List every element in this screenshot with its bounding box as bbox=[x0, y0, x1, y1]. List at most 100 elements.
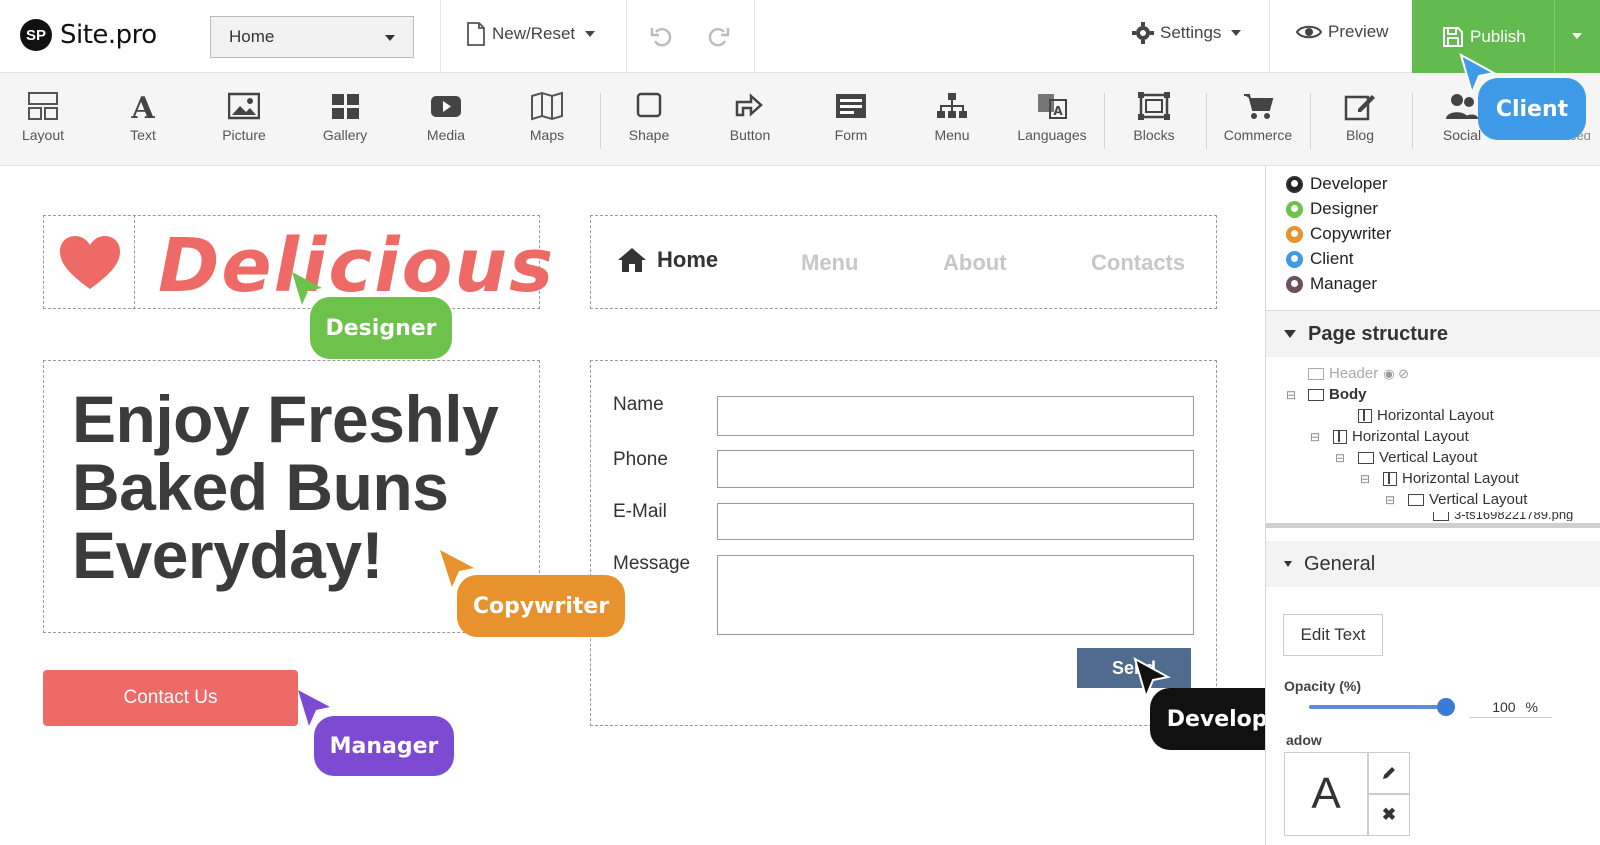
opacity-label: Opacity (%) bbox=[1284, 678, 1362, 694]
tool-label: Button bbox=[729, 127, 771, 143]
tree-horizontal-layout[interactable]: Horizontal Layout bbox=[1358, 407, 1494, 424]
tool-picture[interactable]: Picture bbox=[202, 91, 286, 143]
shadow-label: adow bbox=[1286, 732, 1322, 748]
tool-languages[interactable]: A Languages bbox=[1010, 91, 1094, 143]
text-icon: A bbox=[130, 91, 155, 121]
general-header[interactable]: General bbox=[1266, 541, 1600, 587]
column-layout-icon bbox=[1333, 429, 1347, 444]
collapse-icon[interactable]: ⊟ bbox=[1286, 388, 1296, 402]
message-field[interactable] bbox=[717, 555, 1194, 635]
tool-text[interactable]: A Text bbox=[101, 91, 185, 143]
settings-button[interactable]: Settings bbox=[1132, 22, 1242, 44]
preview-button[interactable]: Preview bbox=[1296, 22, 1388, 42]
row-layout-icon bbox=[1308, 367, 1324, 380]
divider bbox=[600, 93, 601, 149]
phone-label: Phone bbox=[613, 449, 668, 470]
new-reset-button[interactable]: New/Reset bbox=[466, 22, 596, 46]
font-preview[interactable]: A bbox=[1284, 752, 1368, 836]
collapse-icon[interactable]: ⊟ bbox=[1360, 472, 1370, 486]
nav-menu[interactable]: Menu bbox=[801, 250, 858, 276]
collapse-icon[interactable]: ⊟ bbox=[1385, 493, 1395, 507]
manager-tag: Manager bbox=[314, 716, 454, 776]
role-designer: Designer bbox=[1286, 199, 1378, 219]
site-logo[interactable]: SP Site.pro bbox=[20, 19, 157, 51]
divider bbox=[1412, 93, 1413, 149]
role-developer: Developer bbox=[1286, 174, 1388, 194]
tree-horizontal-layout[interactable]: Horizontal Layout bbox=[1333, 428, 1469, 445]
tool-blog[interactable]: Blog bbox=[1318, 91, 1402, 143]
nav-contacts[interactable]: Contacts bbox=[1091, 250, 1185, 276]
user-icon bbox=[1286, 200, 1303, 218]
tool-label: Commerce bbox=[1223, 127, 1293, 143]
role-manager: Manager bbox=[1286, 274, 1377, 294]
tree-vertical-layout[interactable]: Vertical Layout bbox=[1358, 449, 1477, 466]
phone-field[interactable] bbox=[717, 450, 1194, 488]
opacity-slider-thumb[interactable] bbox=[1437, 698, 1455, 716]
blocks-icon bbox=[1138, 92, 1170, 120]
svg-text:A: A bbox=[1053, 104, 1063, 118]
remove-font-button[interactable]: ✖ bbox=[1368, 794, 1410, 836]
tool-maps[interactable]: Maps bbox=[505, 91, 589, 143]
tool-label: Media bbox=[426, 127, 466, 143]
tree-header[interactable]: Header ◉ ⊘ bbox=[1308, 365, 1409, 382]
publish-label: Publish bbox=[1470, 26, 1526, 46]
tree-horizontal-layout[interactable]: Horizontal Layout bbox=[1383, 470, 1519, 487]
role-client: Client bbox=[1286, 249, 1353, 269]
tool-label: Social bbox=[1442, 127, 1482, 143]
tool-commerce[interactable]: Commerce bbox=[1216, 91, 1300, 143]
tool-label: Layout bbox=[21, 127, 65, 143]
chevron-down-icon bbox=[385, 35, 395, 41]
languages-icon: A bbox=[1038, 94, 1067, 119]
logo-badge: SP bbox=[20, 19, 52, 51]
tree-label: Horizontal Layout bbox=[1377, 407, 1494, 424]
logo-text: Site.pro bbox=[60, 20, 157, 50]
tree-label: Horizontal Layout bbox=[1402, 470, 1519, 487]
tool-blocks[interactable]: Blocks bbox=[1112, 91, 1196, 143]
tool-layout[interactable]: Layout bbox=[1, 91, 85, 143]
user-icon bbox=[1286, 275, 1303, 293]
column-layout-icon bbox=[1358, 408, 1372, 423]
tool-button[interactable]: Button bbox=[708, 91, 792, 143]
tool-media[interactable]: Media bbox=[404, 91, 488, 143]
tool-label: Picture bbox=[222, 127, 266, 143]
gallery-icon bbox=[332, 94, 359, 119]
email-label: E-Mail bbox=[613, 501, 667, 522]
opacity-slider[interactable] bbox=[1309, 705, 1446, 709]
heart-icon bbox=[60, 236, 120, 289]
tool-menu[interactable]: Menu bbox=[910, 91, 994, 143]
tool-gallery[interactable]: Gallery bbox=[303, 91, 387, 143]
role-copywriter: Copywriter bbox=[1286, 224, 1391, 244]
publish-options-button[interactable] bbox=[1554, 0, 1600, 73]
collapse-icon[interactable]: ⊟ bbox=[1310, 430, 1320, 444]
edit-font-button[interactable] bbox=[1368, 752, 1410, 794]
tree-body[interactable]: Body bbox=[1308, 386, 1367, 403]
collapse-icon[interactable]: ⊟ bbox=[1335, 451, 1345, 465]
general-title: General bbox=[1304, 552, 1376, 575]
contact-us-button[interactable]: Contact Us bbox=[43, 670, 298, 726]
email-field[interactable] bbox=[717, 503, 1194, 540]
heart-cell[interactable] bbox=[43, 215, 135, 309]
name-field[interactable] bbox=[717, 396, 1194, 436]
tool-label: Languages bbox=[1017, 127, 1087, 143]
role-label: Copywriter bbox=[1310, 224, 1392, 243]
divider bbox=[1269, 0, 1270, 73]
tree-image-row[interactable]: 3-ts1698221789.png bbox=[1433, 512, 1573, 521]
opacity-value: 100 bbox=[1492, 698, 1516, 715]
tool-label: Form bbox=[834, 127, 868, 143]
redo-button[interactable] bbox=[706, 24, 730, 48]
opacity-input[interactable]: 100 % bbox=[1470, 696, 1552, 718]
page-select[interactable]: Home bbox=[210, 16, 414, 58]
undo-button[interactable] bbox=[650, 24, 674, 48]
edit-text-button[interactable]: Edit Text bbox=[1283, 614, 1383, 656]
nav-about[interactable]: About bbox=[943, 250, 1007, 276]
tool-shape[interactable]: Shape bbox=[607, 91, 691, 143]
nav-home[interactable]: Home bbox=[617, 247, 718, 273]
page-structure-title: Page structure bbox=[1308, 322, 1449, 345]
sitemap-icon bbox=[937, 93, 967, 118]
opacity-unit: % bbox=[1525, 698, 1538, 715]
panel-splitter[interactable] bbox=[1266, 523, 1600, 528]
page-structure-header[interactable]: Page structure bbox=[1266, 311, 1600, 357]
tool-label: Gallery bbox=[322, 127, 368, 143]
tool-form[interactable]: Form bbox=[809, 91, 893, 143]
tree-vertical-layout[interactable]: Vertical Layout bbox=[1408, 491, 1527, 508]
